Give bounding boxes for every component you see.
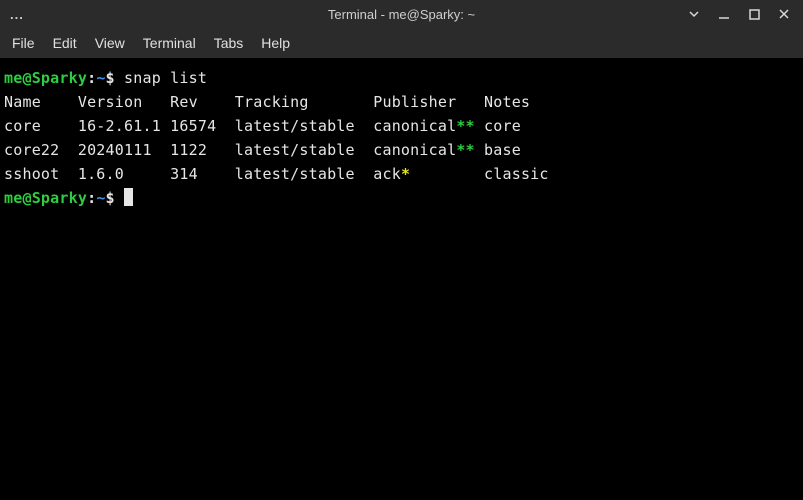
menu-view[interactable]: View <box>95 35 125 51</box>
table-header: Name Version Rev Tracking Publisher Note… <box>4 90 799 114</box>
menubar: File Edit View Terminal Tabs Help <box>0 28 803 58</box>
cursor <box>124 188 133 206</box>
prompt-user: me@Sparky <box>4 189 87 207</box>
prompt: me@Sparky:~$ <box>4 189 115 207</box>
terminal-area[interactable]: me@Sparky:~$ snap listName Version Rev T… <box>0 58 803 500</box>
command-text: snap list <box>124 69 207 87</box>
prompt-path: ~ <box>96 189 105 207</box>
command-line: me@Sparky:~$ snap list <box>4 66 799 90</box>
window-titlebar: ... Terminal - me@Sparky: ~ <box>0 0 803 28</box>
table-row: sshoot 1.6.0 314 latest/stable ack* clas… <box>4 162 799 186</box>
prompt-colon: : <box>87 69 96 87</box>
prompt-dollar: $ <box>106 189 115 207</box>
prompt-colon: : <box>87 189 96 207</box>
menu-file[interactable]: File <box>12 35 35 51</box>
prompt-line: me@Sparky:~$ <box>4 186 799 210</box>
menu-help[interactable]: Help <box>261 35 290 51</box>
table-row: core22 20240111 1122 latest/stable canon… <box>4 138 799 162</box>
close-icon[interactable] <box>771 3 797 25</box>
prompt-path: ~ <box>96 69 105 87</box>
chevron-down-icon[interactable] <box>681 3 707 25</box>
prompt-dollar: $ <box>106 69 115 87</box>
menu-edit[interactable]: Edit <box>53 35 77 51</box>
table-row: core 16-2.61.1 16574 latest/stable canon… <box>4 114 799 138</box>
window-title: Terminal - me@Sparky: ~ <box>328 7 475 22</box>
prompt: me@Sparky:~$ <box>4 69 115 87</box>
menu-tabs[interactable]: Tabs <box>214 35 244 51</box>
verified-star-icon: * <box>401 162 410 186</box>
window-controls <box>681 3 797 25</box>
maximize-icon[interactable] <box>741 3 767 25</box>
window-menu-dots[interactable]: ... <box>0 7 24 22</box>
verified-star-icon: ** <box>456 138 474 162</box>
menu-terminal[interactable]: Terminal <box>143 35 196 51</box>
verified-star-icon: ** <box>456 114 474 138</box>
prompt-user: me@Sparky <box>4 69 87 87</box>
minimize-icon[interactable] <box>711 3 737 25</box>
